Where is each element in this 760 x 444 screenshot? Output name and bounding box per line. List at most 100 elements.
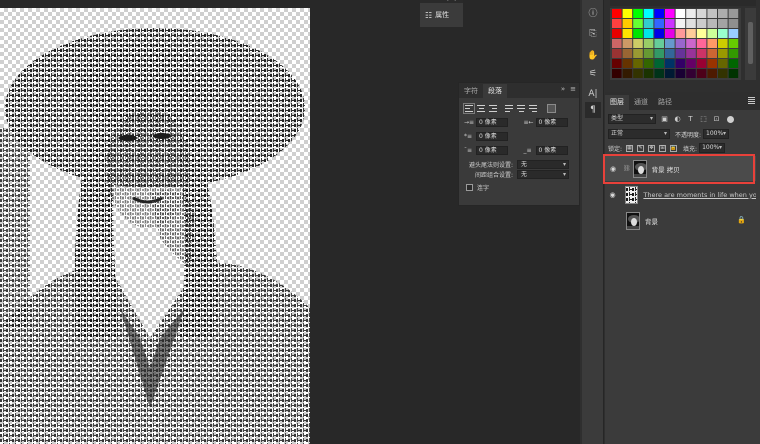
layer-filter-kind[interactable]: 类型 [608,114,656,124]
swatch-cell[interactable] [675,49,686,58]
swatch-cell[interactable] [633,49,643,58]
swatch-cell[interactable] [686,49,696,58]
swatch-cell[interactable] [643,69,654,78]
swatch-cell[interactable] [696,39,707,48]
swatch-cell[interactable] [718,59,728,68]
swatch-cell[interactable] [696,59,707,68]
swatch-cell[interactable] [675,19,686,28]
space-before-input[interactable]: 0 像素 [476,145,508,155]
swatch-cell[interactable] [654,49,664,58]
swatch-cell[interactable] [643,39,654,48]
panel-menu-icon[interactable]: ≡ [570,85,576,93]
swatch-cell[interactable] [643,29,654,38]
swatch-cell[interactable] [718,9,728,18]
properties-mini-panel[interactable]: • • ☷ 属性 [420,0,463,27]
swatch-cell[interactable] [654,69,664,78]
layer-row-background-copy[interactable]: ◉ ⛓ 背景 拷贝 [605,156,756,181]
swatch-cell[interactable] [643,59,654,68]
swatch-cell[interactable] [665,59,675,68]
swatch-cell[interactable] [622,59,633,68]
swatch-cell[interactable] [612,69,622,78]
swatch-cell[interactable] [718,69,728,78]
layers-menu-icon[interactable] [748,97,755,104]
swatch-cell[interactable] [696,69,707,78]
tab-layers[interactable]: 图层 [605,95,629,110]
lock-image-icon[interactable]: ✎ [637,144,645,152]
swatch-cell[interactable] [686,19,696,28]
swatch-cell[interactable] [728,39,739,48]
justify-last-left-icon[interactable] [505,105,513,112]
swatch-cell[interactable] [654,9,664,18]
swatch-cell[interactable] [654,19,664,28]
swatch-cell[interactable] [686,39,696,48]
fill-input[interactable]: 100% [699,143,726,153]
swatch-cell[interactable] [686,59,696,68]
swatch-cell[interactable] [622,29,633,38]
swatch-cell[interactable] [707,39,717,48]
swatches-scrollbar[interactable] [745,8,756,80]
swatch-cell[interactable] [696,49,707,58]
character-panel-icon[interactable]: A| [585,86,601,102]
layer-row-text[interactable]: ◉ There are moments in life when yo... [605,182,756,207]
swatch-cell[interactable] [728,49,739,58]
space-after-input[interactable]: 0 像素 [535,145,568,155]
hyphenate-checkbox[interactable] [466,184,473,191]
swatch-cell[interactable] [612,49,622,58]
tab-paragraph[interactable]: 段落 [483,84,507,98]
kinsoku-select[interactable]: 无 [517,159,569,169]
swatch-cell[interactable] [643,19,654,28]
mojikumi-select[interactable]: 无 [517,170,569,179]
swatch-cell[interactable] [707,19,717,28]
opacity-input[interactable]: 100% [703,129,730,139]
swatch-cell[interactable] [707,49,717,58]
swatch-cell[interactable] [643,9,654,18]
align-left-icon[interactable] [463,103,475,114]
swatch-cell[interactable] [612,39,622,48]
swatch-cell[interactable] [622,49,633,58]
swatch-cell[interactable] [707,29,717,38]
align-center-icon[interactable] [477,105,485,112]
tab-paths[interactable]: 路径 [653,95,677,110]
swatch-cell[interactable] [728,29,739,38]
swatch-cell[interactable] [728,9,739,18]
brush-preset-icon[interactable]: ✋ [585,48,601,64]
swatch-cell[interactable] [654,29,664,38]
type-filter-icon[interactable]: T [686,115,695,124]
swatch-cell[interactable] [707,69,717,78]
adjust-filter-icon[interactable]: ◐ [673,115,682,124]
clone-source-icon[interactable]: ⎘ [585,26,601,42]
swatch-cell[interactable] [633,39,643,48]
filter-toggle-icon[interactable] [727,115,734,123]
lock-artboard-icon[interactable]: ⊞ [659,144,667,152]
swatch-cell[interactable] [633,9,643,18]
swatch-cell[interactable] [633,19,643,28]
lock-transparent-icon[interactable]: ▦ [626,144,634,152]
swatch-cell[interactable] [728,19,739,28]
swatch-cell[interactable] [665,39,675,48]
swatch-cell[interactable] [665,49,675,58]
lock-all-icon[interactable]: 🔒 [670,144,678,152]
sliders-icon[interactable]: ⚟ [585,66,601,82]
swatch-cell[interactable] [633,59,643,68]
swatch-cell[interactable] [633,69,643,78]
swatch-cell[interactable] [718,29,728,38]
swatch-cell[interactable] [675,59,686,68]
shape-filter-icon[interactable]: ⬚ [699,115,708,124]
swatch-cell[interactable] [707,59,717,68]
layer-row-background[interactable]: 背景 🔒 [605,208,756,233]
collapse-panel-icon[interactable]: » [561,85,565,93]
indent-right-input[interactable]: 0 像素 [535,117,568,127]
swatch-cell[interactable] [643,49,654,58]
tab-character[interactable]: 字符 [459,84,483,98]
panel-grip-icon[interactable]: • • [446,0,458,4]
swatch-cell[interactable] [622,69,633,78]
swatch-cell[interactable] [675,39,686,48]
indent-first-line-input[interactable]: 0 像素 [476,131,508,141]
blend-mode-select[interactable]: 正常 [608,129,670,139]
justify-last-right-icon[interactable] [529,105,537,112]
swatch-cell[interactable] [665,69,675,78]
swatch-cell[interactable] [612,59,622,68]
swatch-cell[interactable] [633,29,643,38]
indent-left-input[interactable]: 0 像素 [476,117,508,127]
swatch-cell[interactable] [665,9,675,18]
